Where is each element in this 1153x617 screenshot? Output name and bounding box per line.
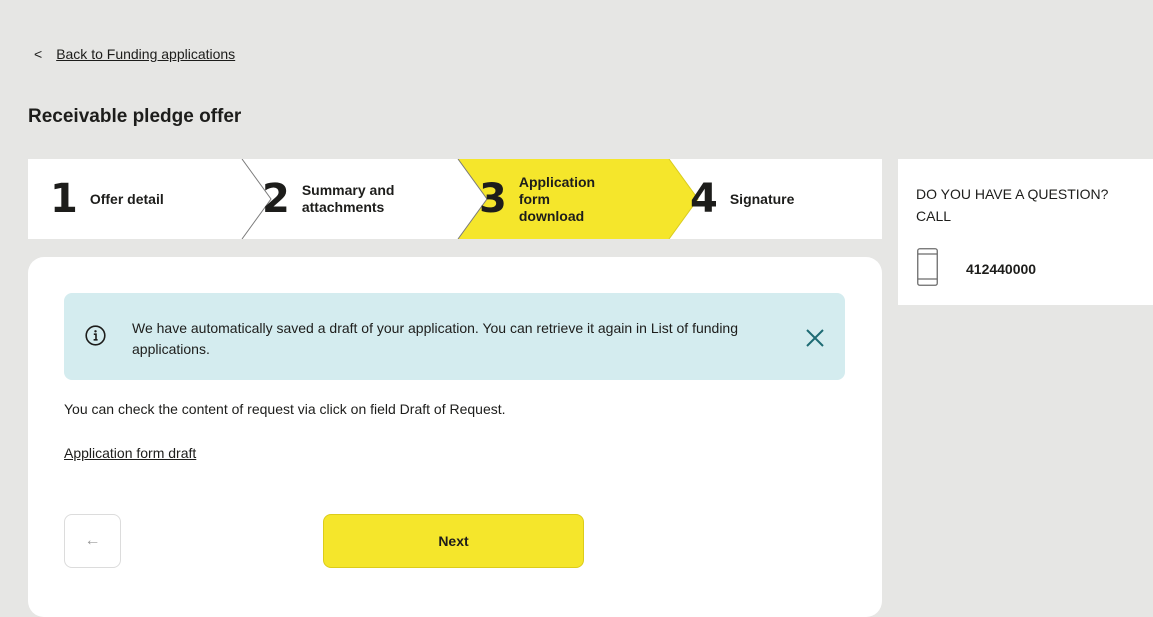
progress-stepper: 1 Offer detail 2 Summary and attachments… bbox=[28, 159, 882, 239]
close-icon[interactable] bbox=[804, 327, 826, 349]
step-label: Summary and attachments bbox=[301, 182, 395, 215]
step-summary-attachments[interactable]: 2 Summary and attachments bbox=[262, 159, 394, 239]
next-button[interactable]: Next bbox=[323, 514, 584, 568]
back-to-applications-link[interactable]: < Back to Funding applications bbox=[34, 46, 235, 62]
page-title: Receivable pledge offer bbox=[28, 106, 242, 127]
banner-message: We have automatically saved a draft of y… bbox=[132, 320, 738, 357]
back-link-label: Back to Funding applications bbox=[56, 46, 236, 62]
step-label: Signature bbox=[729, 190, 795, 207]
next-button-label: Next bbox=[438, 533, 469, 549]
step-label: Application form download bbox=[518, 173, 596, 224]
step-signature[interactable]: 4 Signature bbox=[690, 159, 794, 239]
phone-icon bbox=[917, 248, 938, 286]
arrow-left-icon: ← bbox=[84, 532, 101, 549]
help-card: DO YOU HAVE A QUESTION? CALL 412440000 bbox=[898, 159, 1153, 305]
chevron-left-icon: < bbox=[34, 46, 43, 62]
help-phone-number[interactable]: 412440000 bbox=[966, 261, 1036, 277]
info-icon bbox=[85, 325, 106, 346]
step-number: 3 bbox=[479, 176, 507, 222]
main-content-card: We have automatically saved a draft of y… bbox=[28, 257, 882, 617]
check-content-text: You can check the content of request via… bbox=[64, 401, 506, 417]
application-form-draft-link[interactable]: Application form draft bbox=[64, 445, 196, 461]
step-number: 4 bbox=[690, 176, 718, 222]
help-question: DO YOU HAVE A QUESTION? CALL bbox=[916, 186, 1109, 224]
draft-saved-banner: We have automatically saved a draft of y… bbox=[64, 293, 845, 380]
step-number: 1 bbox=[50, 176, 78, 222]
step-label: Offer detail bbox=[89, 190, 164, 207]
step-application-form-download[interactable]: 3 Application form download bbox=[479, 159, 595, 239]
step-number: 2 bbox=[262, 176, 290, 222]
step-offer-detail[interactable]: 1 Offer detail bbox=[50, 159, 164, 239]
back-button[interactable]: ← bbox=[64, 514, 121, 568]
